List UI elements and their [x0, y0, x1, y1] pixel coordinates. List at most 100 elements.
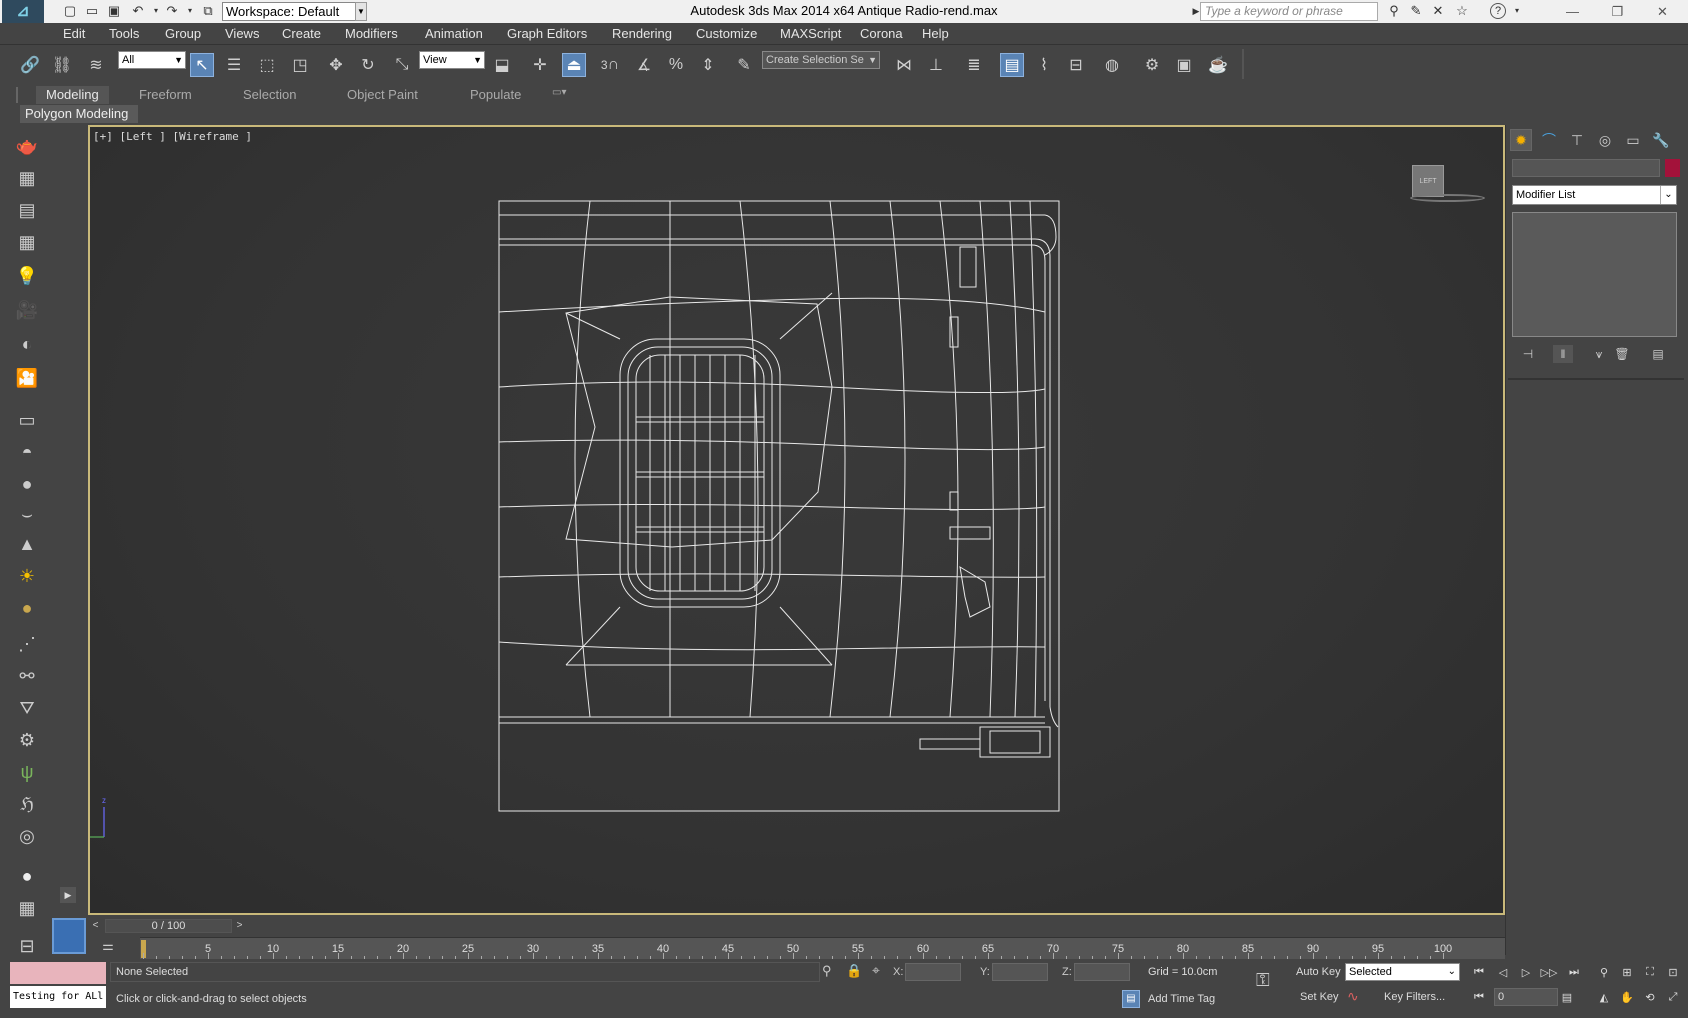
time-slider-prev-icon[interactable]: < [88, 919, 103, 933]
object-color-swatch[interactable] [1665, 159, 1680, 177]
menu-graph-editors[interactable]: Graph Editors [507, 26, 587, 41]
favorites-star-icon[interactable]: ☆ [1454, 3, 1470, 19]
restore-button[interactable]: ❐ [1595, 0, 1640, 23]
go-to-end-icon[interactable]: ⏭ [1565, 963, 1583, 981]
field-of-view-icon[interactable]: ◭ [1595, 988, 1613, 1006]
ribbon-panel-polygon-modeling[interactable]: Polygon Modeling [20, 105, 138, 123]
layer-explorer-icon[interactable]: ⊟ [14, 933, 40, 959]
trackbar[interactable]: 5 10 15 20 25 30 35 40 45 50 55 60 65 70 75 80 85 90 95 100 [140, 937, 1505, 959]
unlink-selection-icon[interactable]: ⛓ [50, 53, 74, 77]
curve-editor-icon[interactable]: ⌇ [1032, 53, 1056, 77]
modifier-list-dropdown[interactable]: Modifier List ⌄ [1512, 185, 1677, 205]
menu-maxscript[interactable]: MAXScript [780, 26, 841, 41]
hair-fur-icon[interactable]: ℌ [14, 791, 40, 817]
search-input[interactable]: Type a keyword or phrase [1200, 2, 1378, 21]
go-to-start-icon[interactable]: ⏮ [1470, 963, 1488, 981]
list-icon[interactable]: ▤ [14, 197, 40, 223]
maxscript-listener-pink[interactable] [10, 962, 106, 984]
half-moon-icon[interactable]: ◐ [14, 331, 40, 357]
tab-freeform[interactable]: Freeform [139, 87, 192, 102]
close-button[interactable]: ✕ [1640, 0, 1685, 23]
add-time-tag[interactable]: Add Time Tag [1148, 993, 1215, 1005]
set-key-button[interactable]: Set Key [1300, 991, 1339, 1003]
molecule-icon[interactable]: ⚯ [14, 663, 40, 689]
menu-rendering[interactable]: Rendering [612, 26, 672, 41]
menu-modifiers[interactable]: Modifiers [345, 26, 398, 41]
light-bulb-icon[interactable]: 💡 [14, 263, 40, 289]
time-slider-next-icon[interactable]: > [232, 919, 247, 933]
menu-corona[interactable]: Corona [860, 26, 903, 41]
rectangular-selection-icon[interactable]: ⬚ [255, 53, 279, 77]
selection-lock-icon[interactable]: 🔒 [846, 963, 862, 979]
bowl-icon[interactable]: ⌣ [14, 501, 40, 527]
binoculars-icon[interactable]: ⚲ [1386, 3, 1402, 19]
render-production-icon[interactable]: ☕ [1206, 53, 1230, 77]
menu-animation[interactable]: Animation [425, 26, 483, 41]
help-icon[interactable]: ? [1490, 3, 1506, 19]
tab-modeling[interactable]: Modeling [36, 86, 109, 104]
viewcube-compass-ring[interactable] [1410, 194, 1485, 202]
zoom-extents-all-icon[interactable]: ⊡ [1664, 963, 1682, 981]
render-frame-icon[interactable]: ▦ [14, 165, 40, 191]
tab-object-paint[interactable]: Object Paint [347, 87, 418, 102]
create-tab-icon[interactable]: ✹ [1510, 129, 1532, 151]
render-setup-icon[interactable]: ⚙ [1140, 53, 1164, 77]
modify-tab-icon[interactable]: ⌒ [1538, 129, 1560, 151]
show-end-result-icon[interactable]: ‖ [1553, 345, 1573, 363]
gold-sphere-icon[interactable]: ● [14, 595, 40, 621]
play-icon[interactable]: ▷ [1517, 963, 1535, 981]
sun-icon[interactable]: ☀ [14, 563, 40, 589]
teapot-icon[interactable]: 🫖 [14, 133, 40, 159]
trackbar-toggle-icon[interactable]: ⚌ [98, 938, 118, 956]
key-filters-button[interactable]: Key Filters... [1384, 991, 1445, 1003]
grid-icon[interactable]: ▦ [14, 895, 40, 921]
auto-key-button[interactable]: Auto Key [1296, 966, 1341, 978]
hierarchy-tab-icon[interactable]: ⊤ [1566, 129, 1588, 151]
film-camera-icon[interactable]: 🎦 [14, 365, 40, 391]
key-curve-icon[interactable]: ∿ [1347, 988, 1359, 1005]
menu-group[interactable]: Group [165, 26, 201, 41]
display-tab-icon[interactable]: ▭ [1622, 129, 1644, 151]
pyramid-icon[interactable]: ⛛ [14, 695, 40, 721]
select-and-move-icon[interactable]: ✥ [324, 53, 348, 77]
maxscript-mini-listener[interactable]: Testing for ALl [10, 986, 106, 1008]
gear-icon[interactable]: ⚙ [14, 727, 40, 753]
time-configuration-icon[interactable]: ▤ [1558, 988, 1576, 1006]
key-selection-dropdown[interactable]: Selected ⌄ [1345, 963, 1460, 981]
tab-populate[interactable]: Populate [470, 87, 521, 102]
grass-icon[interactable]: ψ [14, 759, 40, 785]
select-and-manipulate-icon[interactable]: ✛ [528, 53, 552, 77]
zoom-extents-icon[interactable]: ⛶ [1641, 963, 1659, 981]
zoom-all-icon[interactable]: ⊞ [1618, 963, 1636, 981]
select-by-name-icon[interactable]: ☰ [222, 53, 246, 77]
tab-selection[interactable]: Selection [243, 87, 296, 102]
mini-curve-editor-toggle[interactable] [52, 918, 86, 954]
menu-help[interactable]: Help [922, 26, 949, 41]
ribbon-options-icon[interactable]: ▭▾ [552, 87, 566, 98]
subscription-icon[interactable]: ✎ [1408, 3, 1424, 19]
configure-modifier-sets-icon[interactable]: ▤ [1648, 345, 1668, 363]
motion-tab-icon[interactable]: ◎ [1594, 129, 1616, 151]
x-coord-field[interactable] [905, 963, 961, 981]
angle-snap-icon[interactable]: ∡ [632, 53, 656, 77]
viewcube[interactable]: LEFT [1412, 165, 1444, 197]
select-and-link-icon[interactable]: 🔗 [18, 53, 42, 77]
previous-frame-icon[interactable]: ◁ [1494, 963, 1512, 981]
sphere-icon[interactable]: ● [14, 471, 40, 497]
window-crossing-icon[interactable]: ◳ [288, 53, 312, 77]
pan-view-icon[interactable]: ✋ [1618, 988, 1636, 1006]
key-mode-toggle-icon[interactable]: ⏮ [1470, 988, 1488, 1006]
modifier-stack[interactable] [1512, 212, 1677, 337]
time-slider[interactable]: 0 / 100 [105, 919, 232, 933]
current-frame-field[interactable]: 0 [1494, 988, 1558, 1006]
menu-tools[interactable]: Tools [109, 26, 139, 41]
pin-stack-icon[interactable]: ⊣ [1518, 345, 1538, 363]
cone-icon[interactable]: ▲ [14, 531, 40, 557]
viewport-label[interactable]: [+] [Left ] [Wireframe ] [93, 130, 252, 143]
table-icon[interactable]: ▦ [14, 229, 40, 255]
mirror-icon[interactable]: ⋈ [892, 53, 916, 77]
align-icon[interactable]: ⊥ [924, 53, 948, 77]
zoom-icon[interactable]: ⚲ [1595, 963, 1613, 981]
absolute-mode-icon[interactable]: ⌖ [872, 962, 880, 979]
white-sphere-icon[interactable]: ● [14, 863, 40, 889]
